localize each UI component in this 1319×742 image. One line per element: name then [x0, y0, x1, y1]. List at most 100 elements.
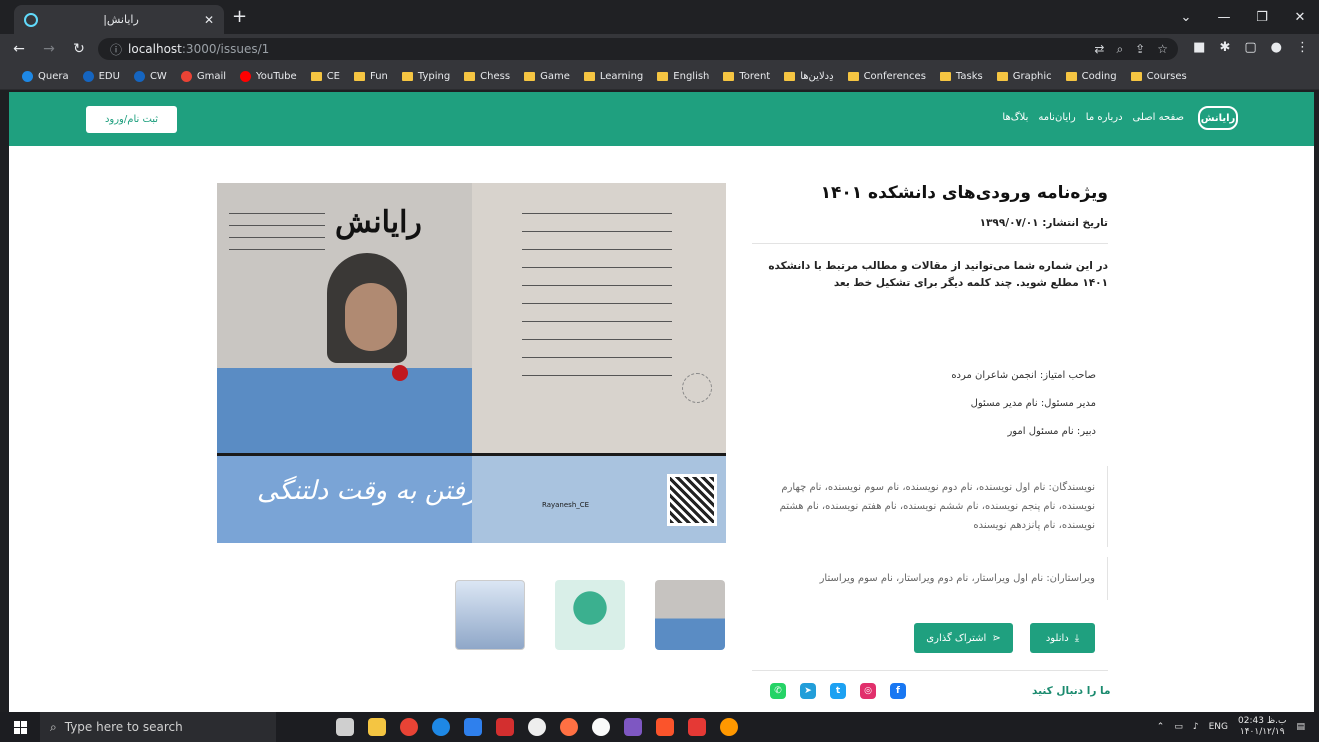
tab-title: رایانش| [103, 13, 139, 26]
address-bar-row: ← → ↻ ⓘ localhost :3000/issues/1 ⇄ ⌕ ⇪ ☆… [0, 34, 1319, 64]
folder-icon [847, 72, 859, 81]
share-page-icon[interactable]: ⇪ [1135, 42, 1145, 57]
instagram-icon[interactable]: ◎ [860, 683, 876, 699]
nav-home[interactable]: صفحه اصلی [1133, 112, 1184, 123]
menu-kebab-icon[interactable]: ⋮ [1296, 40, 1309, 55]
bookmark-star-icon[interactable]: ☆ [1157, 42, 1168, 57]
translate-icon[interactable]: ⇄ [1094, 42, 1104, 57]
bookmark-8[interactable]: Chess [464, 71, 510, 82]
app-icon[interactable] [592, 718, 610, 736]
bookmark-14[interactable]: Conferences [847, 71, 926, 82]
acrobat-icon[interactable] [496, 718, 514, 736]
window-controls: ⌄ — ❐ ✕ [1167, 0, 1319, 34]
minimize-icon[interactable]: — [1205, 0, 1243, 34]
download-button[interactable]: ⤓ دانلود [1030, 623, 1095, 653]
clock[interactable]: 02:43 ب.ظ ۱۴۰۱/۱۲/۱۹ [1238, 716, 1286, 738]
back-icon[interactable]: ← [8, 41, 30, 57]
bookmark-7[interactable]: Typing [401, 71, 451, 82]
nav-blogs[interactable]: بلاگ‌ها [1002, 112, 1028, 123]
app-icon[interactable] [560, 718, 578, 736]
tab-search-icon[interactable]: ⌄ [1167, 0, 1205, 34]
thumbnail-cover[interactable] [655, 580, 725, 650]
brave-icon[interactable] [656, 718, 674, 736]
language-indicator[interactable]: ENG [1209, 722, 1228, 732]
firefox-icon[interactable] [720, 718, 738, 736]
action-buttons: ⋖ اشتراک گذاری ⤓ دانلود [914, 623, 1095, 653]
cover-bottom-right: Rayanesh_CE [472, 456, 726, 543]
bookmark-13[interactable]: دِدلاین‌ها [784, 71, 834, 82]
bookmark-5[interactable]: CE [310, 71, 340, 82]
chrome-icon[interactable] [400, 718, 418, 736]
bookmark-2[interactable]: CW [133, 71, 167, 82]
folder-icon [354, 72, 365, 81]
bookmark-12[interactable]: Torent [723, 71, 770, 82]
profile-avatar-icon[interactable]: ● [1271, 40, 1282, 55]
puzzle-icon[interactable]: ✱ [1219, 40, 1230, 55]
vscode-icon[interactable] [464, 718, 482, 736]
app-icon[interactable] [624, 718, 642, 736]
bookmark-15[interactable]: Tasks [939, 71, 983, 82]
bookmark-6[interactable]: Fun [354, 71, 388, 82]
browser-tab[interactable]: ✕ رایانش| [14, 5, 224, 34]
thumbnail-strip [455, 580, 725, 650]
login-button[interactable]: ثبت نام/ورود [86, 106, 177, 133]
extension-icon[interactable]: ■ [1193, 40, 1205, 55]
app-icon[interactable] [432, 718, 450, 736]
task-view-icon[interactable] [336, 718, 354, 736]
twitter-icon[interactable]: t [830, 683, 846, 699]
facebook-icon[interactable]: f [890, 683, 906, 699]
url-input[interactable]: ⓘ localhost :3000/issues/1 ⇄ ⌕ ⇪ ☆ [98, 38, 1178, 60]
side-panel-icon[interactable]: ▢ [1244, 40, 1256, 55]
extensions-area: ■ ✱ ▢ ● ⋮ [1193, 40, 1309, 55]
zoom-icon[interactable]: ⌕ [1116, 42, 1123, 57]
start-button[interactable] [0, 720, 40, 734]
thumbnail-person-illustration[interactable] [555, 580, 625, 650]
bookmark-16[interactable]: Graphic [996, 71, 1052, 82]
nav-newsletter[interactable]: رایان‌نامه [1038, 112, 1075, 123]
cover-portrait-face [345, 283, 397, 351]
search-icon: ⌕ [50, 719, 57, 734]
whatsapp-icon[interactable]: ✆ [770, 683, 786, 699]
cover-bottom-band: به هنگام رفتن به وقت دلتنگی Rayanesh_CE [217, 453, 726, 543]
bookmark-3[interactable]: Gmail [180, 71, 226, 82]
owner-text: صاحب امتیاز: انجمن شاعران مرده [951, 370, 1096, 381]
bookmark-label: Courses [1146, 71, 1187, 82]
app-icon[interactable] [688, 718, 706, 736]
network-icon[interactable]: ▭ [1174, 722, 1183, 732]
nav-about[interactable]: درباره ما [1086, 112, 1123, 123]
dandelion-icon [682, 373, 712, 403]
cover-masthead: رایانش [335, 205, 422, 240]
browser-tab-strip: ✕ رایانش| + ⌄ — ❐ ✕ [0, 0, 1319, 34]
bookmark-1[interactable]: EDU [82, 71, 120, 82]
forward-icon[interactable]: → [38, 41, 60, 57]
bookmark-label: EDU [98, 71, 120, 82]
share-button[interactable]: ⋖ اشتراک گذاری [914, 623, 1013, 653]
bookmark-4[interactable]: YouTube [240, 71, 297, 82]
taskbar-search-input[interactable]: ⌕ Type here to search [40, 712, 276, 742]
file-explorer-icon[interactable] [368, 718, 386, 736]
bookmark-11[interactable]: English [657, 71, 709, 82]
tray-chevron-icon[interactable]: ⌃ [1157, 722, 1165, 732]
volume-icon[interactable]: ♪ [1193, 722, 1199, 732]
site-favicon-icon [133, 71, 145, 82]
app-icon[interactable] [528, 718, 546, 736]
notifications-icon[interactable]: ▤ [1296, 722, 1305, 732]
site-favicon-icon [82, 71, 94, 82]
reload-icon[interactable]: ↻ [68, 41, 90, 57]
site-logo[interactable]: رایانش [1198, 106, 1238, 130]
thumbnail-phone-illustration[interactable] [455, 580, 525, 650]
bookmark-9[interactable]: Game [524, 71, 570, 82]
bookmark-0[interactable]: Quera [22, 71, 69, 82]
bookmark-18[interactable]: Courses [1130, 71, 1187, 82]
windows-taskbar: ⌕ Type here to search ⌃ ▭ ♪ ENG 02:43 ب.… [0, 712, 1319, 742]
bookmark-17[interactable]: Coding [1065, 71, 1117, 82]
bookmark-label: CE [326, 71, 340, 82]
close-tab-icon[interactable]: ✕ [204, 13, 214, 27]
react-favicon-icon [24, 12, 39, 27]
bookmark-10[interactable]: Learning [583, 71, 643, 82]
bookmark-label: Typing [417, 71, 451, 82]
restore-icon[interactable]: ❐ [1243, 0, 1281, 34]
telegram-icon[interactable]: ➤ [800, 683, 816, 699]
new-tab-icon[interactable]: + [232, 6, 247, 27]
close-window-icon[interactable]: ✕ [1281, 0, 1319, 34]
